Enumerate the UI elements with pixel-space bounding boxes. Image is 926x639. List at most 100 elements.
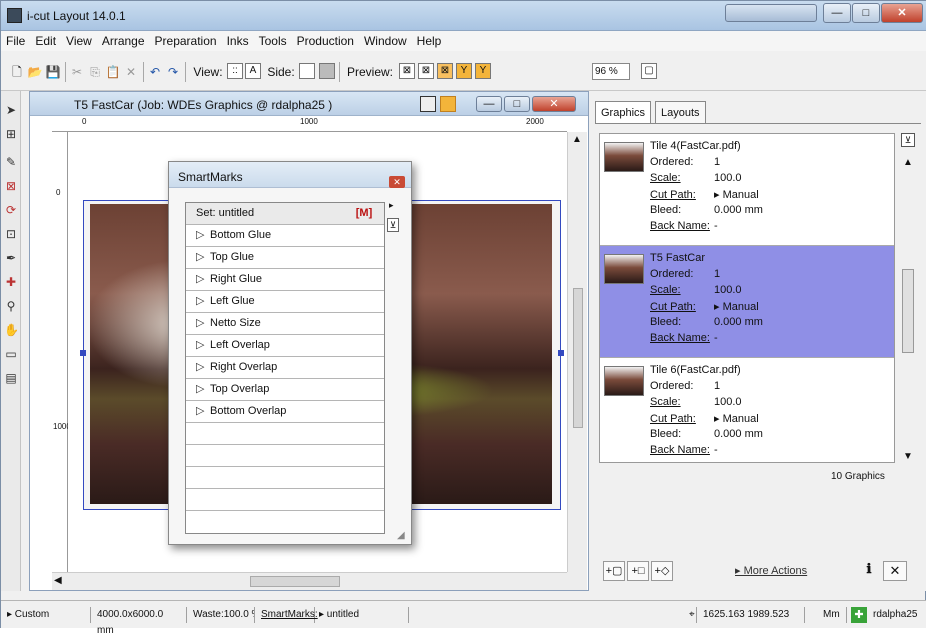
arrow-tool-icon[interactable]: ➤ <box>4 103 18 117</box>
smartmarks-close-button[interactable]: ✕ <box>389 176 405 188</box>
hscroll-thumb[interactable] <box>250 576 340 587</box>
more-actions-link[interactable]: ▸ More Actions <box>735 564 807 577</box>
doc-preview-icon[interactable] <box>420 96 436 112</box>
rotate-tool-icon[interactable]: ⟳ <box>4 203 18 217</box>
open-icon[interactable]: 📂 <box>27 63 43 81</box>
backname-row[interactable]: Back Name: - <box>650 444 718 456</box>
cut-icon[interactable]: ✂ <box>69 63 85 81</box>
set-selector[interactable]: Set: untitled [M] <box>186 203 384 225</box>
delete-graphic-icon[interactable]: ✕ <box>883 561 907 581</box>
smartmark-item[interactable]: ▷ Right Overlap <box>186 357 384 379</box>
smartmarks-title-bar[interactable]: SmartMarks ✕ <box>169 162 411 188</box>
minimize-button[interactable]: — <box>823 3 851 23</box>
smartmark-item[interactable]: ▷ Right Glue <box>186 269 384 291</box>
expand-arrow-icon[interactable]: ▸ <box>389 200 394 211</box>
doc-minimize-button[interactable]: — <box>476 96 502 112</box>
add-mark-tool-icon[interactable]: ⊞ <box>4 127 18 141</box>
graphic-item[interactable]: Tile 6(FastCar.pdf) Ordered: 1 Scale: 100.… <box>600 358 894 470</box>
graphic-item[interactable]: Tile 4(FastCar.pdf) Ordered: 1 Scale: 100.… <box>600 134 894 246</box>
crop-tool-icon[interactable]: ⊠ <box>4 179 18 193</box>
side-back-button[interactable] <box>319 63 335 79</box>
side-front-button[interactable] <box>299 63 315 79</box>
preview-fill-icon[interactable]: ⊠ <box>437 63 453 79</box>
scroll-left-icon[interactable]: ◀ <box>54 575 62 586</box>
doc-maximize-button[interactable]: □ <box>504 96 530 112</box>
menu-inks[interactable]: Inks <box>222 31 254 51</box>
doc-view-icon[interactable] <box>440 96 456 112</box>
scroll-down-icon[interactable]: ▼ <box>903 451 913 462</box>
status-units[interactable]: Mm <box>819 607 847 623</box>
menu-view[interactable]: View <box>61 31 97 51</box>
menu-preparation[interactable]: Preparation <box>150 31 222 51</box>
save-icon[interactable]: 💾 <box>45 63 61 81</box>
paste-icon[interactable]: 📋 <box>105 63 121 81</box>
scale-row[interactable]: Scale: 100.0 <box>650 284 742 296</box>
vertical-scrollbar[interactable]: ▲ <box>567 132 587 572</box>
menu-production[interactable]: Production <box>292 31 359 51</box>
tab-layouts[interactable]: Layouts <box>655 101 706 123</box>
status-smartmarks-set[interactable]: ▸ untitled <box>315 607 409 623</box>
mark-tool-icon[interactable]: ✚ <box>4 275 18 289</box>
scroll-up-icon[interactable]: ▲ <box>903 157 913 168</box>
smartmark-item[interactable]: ▷ Left Glue <box>186 291 384 313</box>
preview-outline-icon[interactable]: ⊠ <box>418 63 434 79</box>
close-button[interactable]: ✕ <box>881 3 923 23</box>
view-grid-button[interactable]: :: <box>227 63 243 79</box>
status-custom[interactable]: ▸ Custom <box>3 607 91 623</box>
hand-tool-icon[interactable]: ✋ <box>4 323 19 337</box>
fit-window-button[interactable]: ▢ <box>641 63 657 79</box>
zoom-field[interactable]: 96 % <box>592 63 630 80</box>
copy-icon[interactable]: ⎘ <box>87 63 103 81</box>
vscroll-thumb[interactable] <box>573 288 583 428</box>
scale-row[interactable]: Scale: 100.0 <box>650 396 742 408</box>
handle-left[interactable] <box>80 350 86 356</box>
cutpath-row[interactable]: Cut Path: ▸ Manual <box>650 412 759 425</box>
preview-none-icon[interactable]: ⊠ <box>399 63 415 79</box>
backname-row[interactable]: Back Name: - <box>650 332 718 344</box>
menu-edit[interactable]: Edit <box>30 31 61 51</box>
resize-grip-icon[interactable]: ◢ <box>397 530 405 541</box>
backname-row[interactable]: Back Name: - <box>650 220 718 232</box>
select-tool-icon[interactable]: ⊡ <box>4 227 18 241</box>
caption-extra-buttons[interactable] <box>725 4 817 22</box>
maximize-button[interactable]: □ <box>852 3 880 23</box>
ruler-tool-icon[interactable]: ▭ <box>4 347 18 361</box>
menu-arrange[interactable]: Arrange <box>97 31 150 51</box>
menu-tools[interactable]: Tools <box>254 31 292 51</box>
add-shape-icon[interactable]: +◇ <box>651 561 673 581</box>
graphics-scroll-thumb[interactable] <box>902 269 914 353</box>
info-icon[interactable]: ℹ <box>857 561 881 581</box>
add-graphic-icon[interactable]: +▢ <box>603 561 625 581</box>
add-mark-button[interactable]: [M] <box>350 206 378 220</box>
doc-close-button[interactable]: ✕ <box>532 96 576 112</box>
smartmark-item[interactable]: ▷ Netto Size <box>186 313 384 335</box>
zoom-tool-icon[interactable]: ⚲ <box>4 299 18 313</box>
menu-window[interactable]: Window <box>359 31 412 51</box>
undo-icon[interactable]: ↶ <box>147 63 163 81</box>
cutpath-row[interactable]: Cut Path: ▸ Manual <box>650 300 759 313</box>
menu-help[interactable]: Help <box>412 31 447 51</box>
handle-right[interactable] <box>558 350 564 356</box>
cutpath-row[interactable]: Cut Path: ▸ Manual <box>650 188 759 201</box>
comment-tool-icon[interactable]: ▤ <box>4 371 18 385</box>
smartmark-item[interactable]: ▷ Bottom Glue <box>186 225 384 247</box>
pen-tool-icon[interactable]: ✒ <box>4 251 18 265</box>
view-artwork-button[interactable]: A <box>245 63 261 79</box>
new-doc-icon[interactable]: 🗋 <box>9 63 25 81</box>
panel-menu-icon[interactable]: ⊻ <box>901 133 915 147</box>
scale-row[interactable]: Scale: 100.0 <box>650 172 742 184</box>
graphics-scrollbar[interactable]: ⊻ ▲ ▼ <box>895 133 921 463</box>
menu-file[interactable]: File <box>1 31 30 51</box>
tab-graphics[interactable]: Graphics <box>595 101 652 123</box>
smartmark-item[interactable]: ▷ Left Overlap <box>186 335 384 357</box>
scroll-up-icon[interactable]: ▲ <box>572 134 582 145</box>
horizontal-scrollbar[interactable]: ◀ <box>52 572 567 590</box>
edit-tool-icon[interactable]: ✎ <box>4 155 18 169</box>
smartmark-item[interactable]: ▷ Top Glue <box>186 247 384 269</box>
add-box-icon[interactable]: +□ <box>627 561 649 581</box>
preview-image-icon[interactable]: Y <box>456 63 472 79</box>
status-smartmarks-link[interactable]: SmartMarks: <box>257 607 318 623</box>
graphic-item-selected[interactable]: T5 FastCar Ordered: 1 Scale: 100.0 Cut Pat… <box>600 246 894 358</box>
smartmark-item[interactable]: ▷ Bottom Overlap <box>186 401 384 423</box>
redo-icon[interactable]: ↷ <box>165 63 181 81</box>
